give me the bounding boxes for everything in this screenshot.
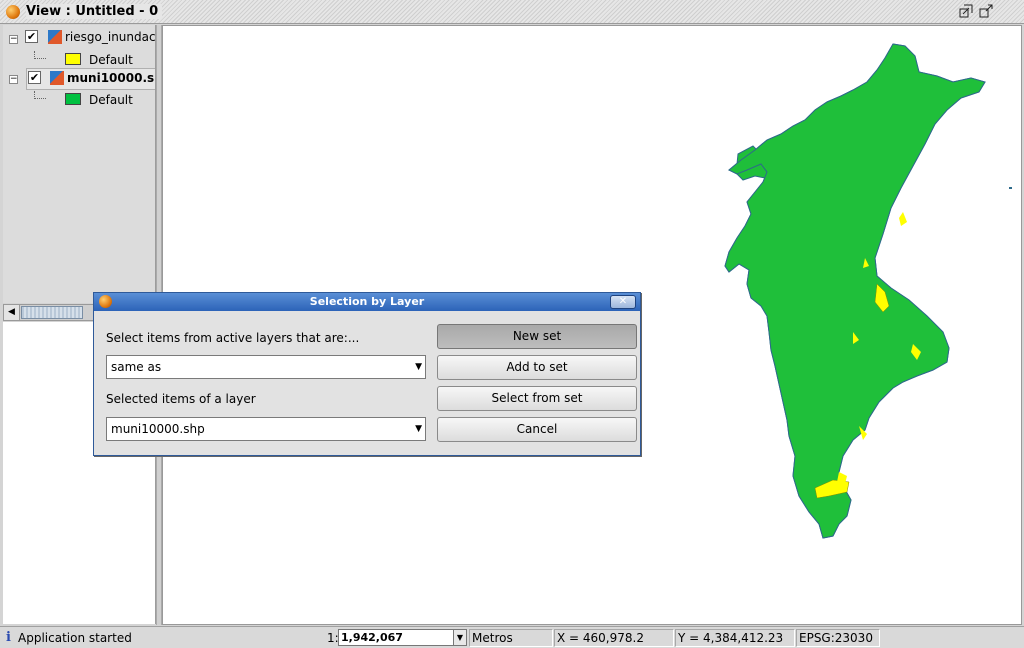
info-icon: i [6, 630, 11, 645]
chevron-down-icon: ▼ [415, 362, 422, 372]
layer-name: muni10000.sh [67, 71, 156, 85]
status-bar: i Application started 1: 1,942,067 ▼ Met… [0, 626, 1024, 648]
cancel-button[interactable]: Cancel [437, 417, 637, 442]
scrollbar-thumb[interactable] [21, 306, 83, 319]
gvsig-dialog-icon [99, 295, 112, 308]
gvsig-app-icon [6, 5, 20, 19]
layer-select[interactable]: muni10000.shp ▼ [106, 417, 426, 441]
collapse-icon[interactable]: − [9, 35, 18, 44]
select-from-set-button[interactable]: Select from set [437, 386, 637, 411]
units-field: Metros [469, 629, 553, 647]
layer-name: riesgo_inundaci [65, 30, 156, 44]
symbol-swatch [65, 53, 81, 65]
restore-icon[interactable] [958, 4, 974, 20]
layer-toc-panel: − ✔ riesgo_inundaci Default − ✔ muni1000… [3, 25, 156, 303]
scale-dropdown-icon[interactable]: ▼ [453, 629, 467, 646]
window-title-bar: View : Untitled - 0 [0, 0, 1024, 24]
dialog-title-bar[interactable]: Selection by Layer ✕ [94, 293, 640, 311]
scale-prefix: 1: [327, 631, 339, 645]
toc-layer-row[interactable]: − ✔ riesgo_inundaci [3, 25, 156, 44]
close-icon[interactable]: ✕ [610, 295, 636, 309]
new-set-button[interactable]: New set [437, 324, 637, 349]
vector-layer-icon [48, 30, 62, 44]
selection-by-layer-dialog: Selection by Layer ✕ Select items from a… [93, 292, 641, 456]
scale-input[interactable]: 1,942,067 [338, 629, 454, 646]
dialog-title: Selection by Layer [309, 295, 425, 308]
layer-visibility-checkbox[interactable]: ✔ [25, 30, 38, 43]
selected-items-label: Selected items of a layer [106, 392, 256, 406]
epsg-field: EPSG:23030 [796, 629, 880, 647]
relation-select-value: same as [111, 360, 162, 374]
minimize-icon[interactable] [978, 4, 994, 20]
scroll-left-icon[interactable]: ◀ [4, 305, 20, 320]
layer-select-value: muni10000.shp [111, 422, 205, 436]
toc-symbol-row: Default [3, 91, 155, 109]
x-coordinate: X = 460,978.2 [554, 629, 674, 647]
layer-visibility-checkbox[interactable]: ✔ [28, 71, 41, 84]
collapse-icon[interactable]: − [9, 75, 18, 84]
add-to-set-button[interactable]: Add to set [437, 355, 637, 380]
symbol-label: Default [89, 53, 133, 67]
vector-layer-icon [50, 71, 64, 85]
select-items-label: Select items from active layers that are… [106, 331, 360, 345]
relation-select[interactable]: same as ▼ [106, 355, 426, 379]
toc-symbol-row: Default [3, 51, 155, 69]
chevron-down-icon: ▼ [415, 424, 422, 434]
window-title: View : Untitled - 0 [26, 4, 163, 19]
valencia-region-shape [724, 43, 986, 539]
islet-mark [1009, 187, 1012, 189]
status-message: Application started [18, 631, 132, 645]
y-coordinate: Y = 4,384,412.23 [675, 629, 795, 647]
symbol-label: Default [89, 93, 133, 107]
symbol-swatch [65, 93, 81, 105]
